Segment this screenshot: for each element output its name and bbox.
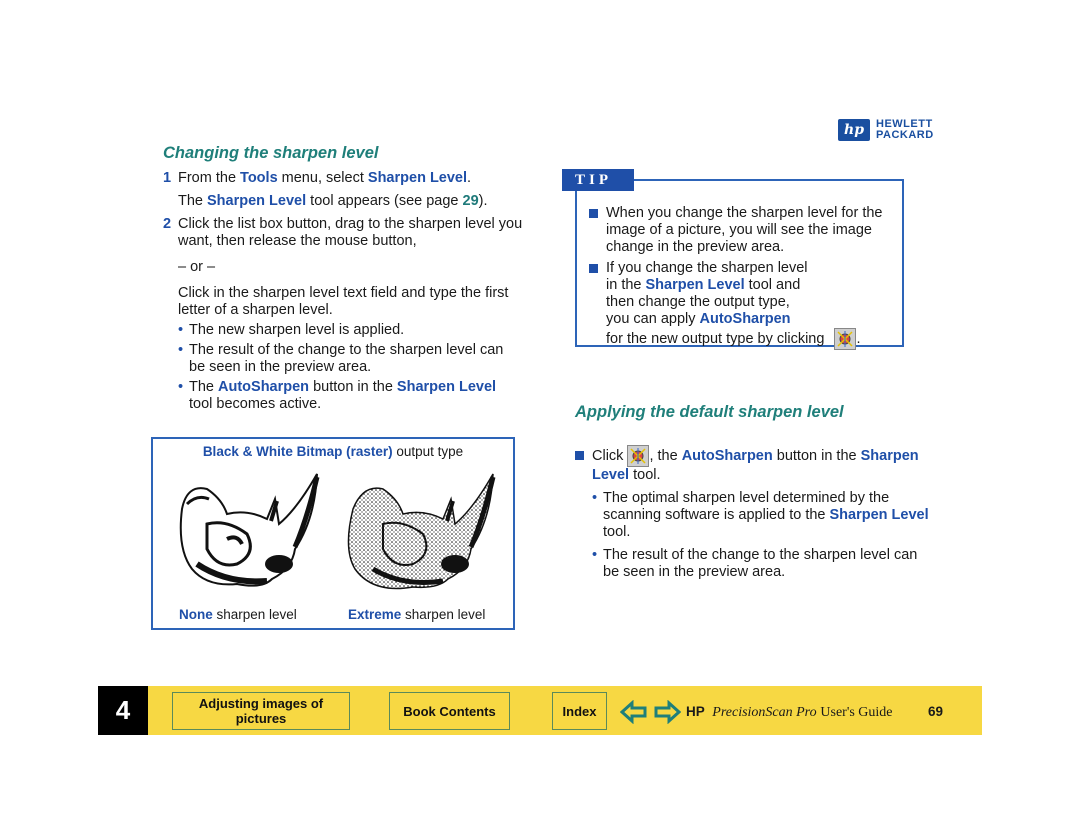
link-autosharpen[interactable]: AutoSharpen: [700, 311, 791, 327]
section-title-changing: Changing the sharpen level: [163, 144, 379, 162]
right-content: Click , the AutoSharpen button in the Sh…: [575, 442, 935, 581]
link-sharpen-level[interactable]: Sharpen Level: [646, 277, 745, 293]
bullet-item: • The optimal sharpen level determined b…: [592, 490, 929, 540]
index-button[interactable]: Index: [552, 692, 607, 730]
link-page-29[interactable]: 29: [463, 193, 479, 209]
book-contents-button[interactable]: Book Contents: [389, 692, 510, 730]
link-tools[interactable]: Tools: [240, 170, 278, 186]
tip-item: When you change the sharpen level for th…: [589, 205, 894, 256]
step-2: 2 Click the list box button, drag to the…: [163, 216, 523, 249]
section-title-applying: Applying the default sharpen level: [575, 403, 844, 421]
tip-tab: TIP: [562, 169, 634, 191]
square-bullet-icon: [589, 209, 598, 218]
chapter-link-button[interactable]: Adjusting images of pictures: [172, 692, 350, 730]
figure-caption: Black & White Bitmap (raster) output typ…: [202, 444, 464, 459]
autosharpen-button-icon[interactable]: [834, 328, 857, 350]
hp-logo-text: HEWLETT PACKARD: [876, 118, 934, 141]
or-separator: – or –: [178, 259, 216, 275]
hp-logo: hp HEWLETT PACKARD: [838, 119, 934, 141]
step-1-note: The Sharpen Level tool appears (see page…: [178, 193, 488, 209]
rhino-image-none-sharpen: [179, 473, 320, 587]
link-autosharpen[interactable]: AutoSharpen: [218, 379, 309, 395]
link-sharpen-level[interactable]: Sharpen Level: [397, 379, 496, 395]
tip-item: If you change the sharpen level in the S…: [589, 260, 894, 350]
bullet-item: • The new sharpen level is applied.: [178, 322, 405, 338]
autosharpen-button-icon[interactable]: [627, 445, 650, 467]
link-sharpen-level[interactable]: Sharpen Level: [368, 170, 467, 186]
bullet-item: • The result of the change to the sharpen…: [592, 547, 918, 580]
square-bullet-icon: [589, 264, 598, 273]
bullet-item: • The AutoSharpen button in the Sharpen …: [178, 379, 497, 412]
tip-content: When you change the sharpen level for th…: [589, 202, 894, 350]
hp-logo-mark: hp: [838, 119, 870, 141]
link-autosharpen[interactable]: AutoSharpen: [682, 448, 773, 464]
rhino-image-extreme-sharpen: [347, 473, 496, 590]
link-sharpen-level[interactable]: Sharpen Level: [830, 507, 929, 523]
link-sharpen-level[interactable]: Sharpen Level: [207, 193, 306, 209]
alternative-step: Click in the sharpen level text field an…: [178, 285, 509, 318]
label-none-sharpen: None sharpen level: [179, 607, 297, 622]
guide-title: HP PrecisionScan Pro User's Guide: [686, 704, 893, 720]
left-column: Changing the sharpen level 1 From the To…: [163, 145, 523, 413]
next-page-arrow-icon[interactable]: [653, 700, 681, 724]
chapter-number: 4: [98, 686, 148, 735]
bullet-item: • The result of the change to the sharpen…: [178, 342, 504, 375]
square-bullet-icon: [575, 451, 584, 460]
step-1: 1 From the Tools menu, select Sharpen Le…: [163, 170, 472, 186]
figure-box: Black & White Bitmap (raster) output typ…: [151, 437, 515, 630]
step-item: Click , the AutoSharpen button in the Sh…: [575, 445, 935, 484]
previous-page-arrow-icon[interactable]: [620, 700, 648, 724]
label-extreme-sharpen: Extreme sharpen level: [348, 607, 486, 622]
page-number: 69: [928, 704, 944, 719]
